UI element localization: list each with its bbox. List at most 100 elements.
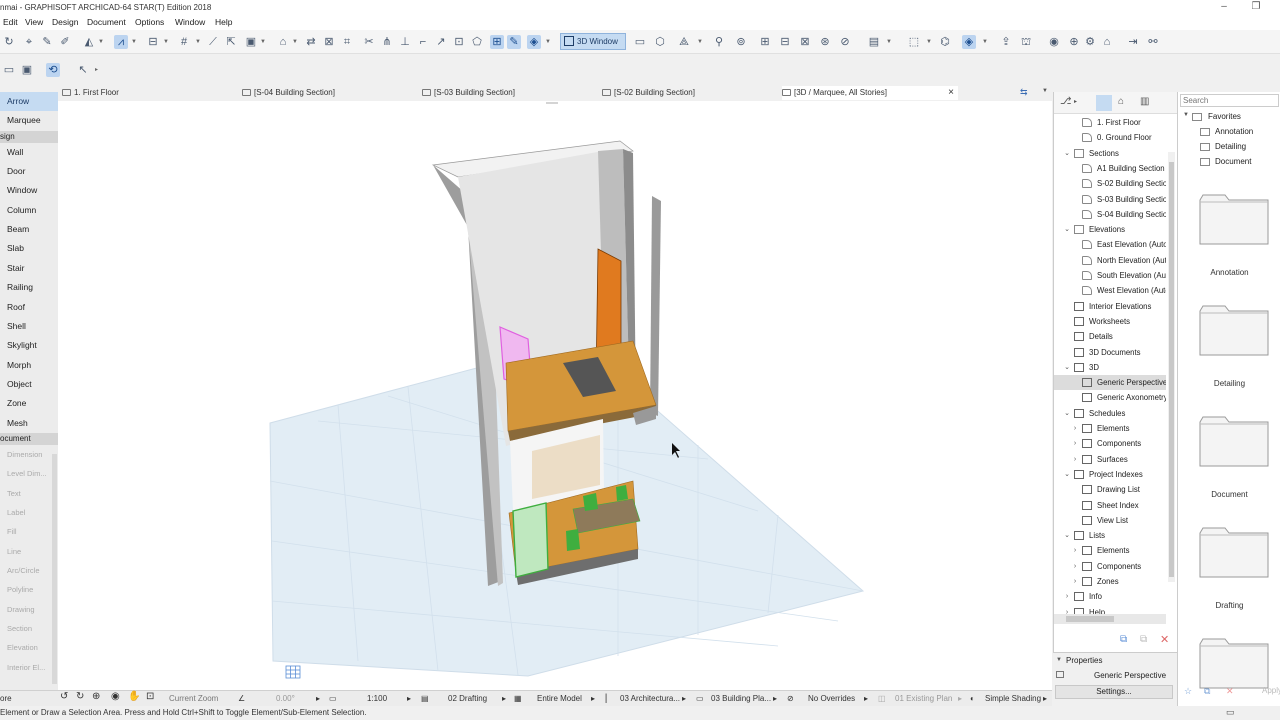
overrides-field[interactable]: No Overrides <box>808 694 855 703</box>
delete-icon[interactable]: ✕ <box>1160 633 1169 646</box>
view-map-icon[interactable]: ⌂ <box>1118 96 1124 107</box>
tool-elevation[interactable]: Elevation <box>0 638 58 657</box>
new-view-icon[interactable]: ⧉ <box>1120 634 1127 645</box>
group-icon[interactable]: ▣ <box>244 35 258 49</box>
tool-line[interactable]: Line <box>0 542 58 561</box>
split-icon[interactable]: ✂ <box>362 35 376 49</box>
chevron-right-icon[interactable]: ▸ <box>682 694 686 703</box>
navigator-item-elevations[interactable]: ⌄ Elevations <box>1054 222 1166 237</box>
tool-text[interactable]: Text <box>0 484 58 503</box>
pen-set-field[interactable]: 03 Architectura... <box>620 694 680 703</box>
stretch-icon[interactable]: ⊠ <box>322 35 336 49</box>
window-icon[interactable]: ▭ <box>1226 707 1235 718</box>
chevron-down-icon[interactable]: ▼ <box>982 35 988 49</box>
navigator-item-elements[interactable]: › Elements <box>1054 543 1166 558</box>
connection-icon[interactable]: ⚯ <box>1146 35 1160 49</box>
pen-icon[interactable]: ▣ <box>20 63 34 77</box>
chevron-down-icon[interactable]: ▼ <box>886 35 892 49</box>
chevron-down-icon[interactable]: ⌄ <box>1063 360 1071 375</box>
align-icon[interactable]: ⬠ <box>470 35 484 49</box>
tool-railing[interactable]: Railing <box>0 278 58 297</box>
close-icon[interactable]: × <box>948 86 954 100</box>
chevron-right-icon[interactable]: › <box>1071 452 1079 467</box>
tool-shell[interactable]: Shell <box>0 317 58 336</box>
render-icon[interactable]: ⊕ <box>1067 35 1081 49</box>
zoom-in-icon[interactable]: ⊕ <box>92 691 100 702</box>
chevron-right-icon[interactable]: › <box>1071 574 1079 589</box>
navigation-grid-icon[interactable] <box>285 665 301 679</box>
chevron-right-icon[interactable]: ▸ <box>864 694 868 703</box>
export-icon[interactable]: ⇥ <box>1126 35 1140 49</box>
menu-window[interactable]: Window <box>175 17 205 27</box>
folder-icon[interactable] <box>1199 525 1269 579</box>
chevron-down-icon[interactable]: ⌄ <box>1063 222 1071 237</box>
guide-icon[interactable]: ⊟ <box>146 35 160 49</box>
navigator-item-lists[interactable]: ⌄ Lists <box>1054 528 1166 543</box>
chevron-down-icon[interactable]: ⌄ <box>1063 528 1071 543</box>
drag-icon[interactable]: ⇄ <box>304 35 318 49</box>
tool-slab[interactable]: Slab <box>0 239 58 258</box>
menu-options[interactable]: Options <box>135 17 164 27</box>
scrollbar-thumb[interactable] <box>1169 162 1174 577</box>
fit-icon[interactable]: ⊡ <box>146 691 154 702</box>
renovation-field[interactable]: 01 Existing Plan <box>895 694 952 703</box>
menu-help[interactable]: Help <box>215 17 232 27</box>
layout-icon[interactable]: ▤ <box>867 35 881 49</box>
chevron-down-icon[interactable]: ⌄ <box>1063 406 1071 421</box>
navigator-item-worksheets[interactable]: Worksheets <box>1054 314 1166 329</box>
elevation-icon[interactable]: ⊟ <box>778 35 792 49</box>
tool-roof[interactable]: Roof <box>0 298 58 317</box>
selection-icon[interactable]: ⊞ <box>490 35 504 49</box>
chevron-down-icon[interactable]: ▼ <box>545 35 551 49</box>
navigator-item-drawing-list[interactable]: Drawing List <box>1054 482 1166 497</box>
navigator-item-0-ground-floor[interactable]: 0. Ground Floor <box>1054 130 1166 145</box>
navigator-item-generic-axonometry[interactable]: Generic Axonometry <box>1054 390 1166 405</box>
redo-zoom-icon[interactable]: ↻ <box>76 691 84 702</box>
horizontal-scrollbar[interactable] <box>1054 614 1166 624</box>
chevron-down-icon[interactable]: ▼ <box>98 35 104 49</box>
chevron-down-icon[interactable]: ▼ <box>1042 88 1048 94</box>
folder-icon[interactable] <box>1199 192 1269 246</box>
tool-arrow[interactable]: Arrow <box>0 92 58 111</box>
chevron-right-icon[interactable]: › <box>1063 589 1071 604</box>
scrollbar-thumb[interactable] <box>1066 616 1114 622</box>
pan-icon[interactable]: ✋ <box>128 691 140 702</box>
navigator-item-west-elevation-auto[interactable]: West Elevation (Auto) <box>1054 283 1166 298</box>
interior-icon[interactable]: ⊘ <box>838 35 852 49</box>
chevron-right-icon[interactable]: › <box>1071 436 1079 451</box>
chevron-right-icon[interactable]: › <box>1071 543 1079 558</box>
3d-cutaway-icon[interactable]: ◈ <box>962 35 976 49</box>
redo-icon[interactable]: ↻ <box>2 35 16 49</box>
chevron-down-icon[interactable]: ▼ <box>292 35 298 49</box>
chevron-down-icon[interactable]: ▼ <box>697 35 703 49</box>
navigator-item-zones[interactable]: › Zones <box>1054 574 1166 589</box>
chevron-down-icon[interactable]: ▼ <box>195 35 201 49</box>
tool-beam[interactable]: Beam <box>0 220 58 239</box>
menu-design[interactable]: Design <box>52 17 78 27</box>
perspective-icon[interactable]: ⟁ <box>677 35 691 49</box>
menu-document[interactable]: Document <box>87 17 126 27</box>
navigator-item-s-02-building-section[interactable]: S-02 Building Section <box>1054 176 1166 191</box>
folder-icon[interactable] <box>1199 303 1269 357</box>
navigator-item-3d-documents[interactable]: 3D Documents <box>1054 345 1166 360</box>
navigator-item-s-04-building-section[interactable]: S-04 Building Section <box>1054 207 1166 222</box>
tool-window[interactable]: Window <box>0 181 58 200</box>
trim-icon[interactable]: ⌗ <box>340 35 354 49</box>
chevron-right-icon[interactable]: ▸ <box>1043 694 1047 703</box>
chevron-right-icon[interactable]: ▸ <box>502 694 506 703</box>
tool-arc-circle[interactable]: Arc/Circle <box>0 561 58 580</box>
folder-icon[interactable] <box>1199 636 1269 690</box>
menu-edit[interactable]: Edit <box>3 17 18 27</box>
fillet-icon[interactable]: ⌐ <box>416 35 430 49</box>
tree-detailing[interactable]: Detailing <box>1215 142 1246 151</box>
settings-button[interactable]: Settings... <box>1055 685 1173 699</box>
rotate-icon[interactable]: ⟲ <box>46 63 60 77</box>
view-icon[interactable]: ◈ <box>527 35 541 49</box>
clone-icon[interactable]: ⧉ <box>1140 634 1147 645</box>
navigator-item-elements[interactable]: › Elements <box>1054 421 1166 436</box>
navigator-item-east-elevation-auto[interactable]: East Elevation (Auto) <box>1054 237 1166 252</box>
ruler-icon[interactable]: ⟋ <box>206 35 220 49</box>
chevron-down-icon[interactable]: ▼ <box>1056 657 1062 663</box>
navigator-item-interior-elevations[interactable]: Interior Elevations <box>1054 299 1166 314</box>
navigator-item-info[interactable]: › Info <box>1054 589 1166 604</box>
